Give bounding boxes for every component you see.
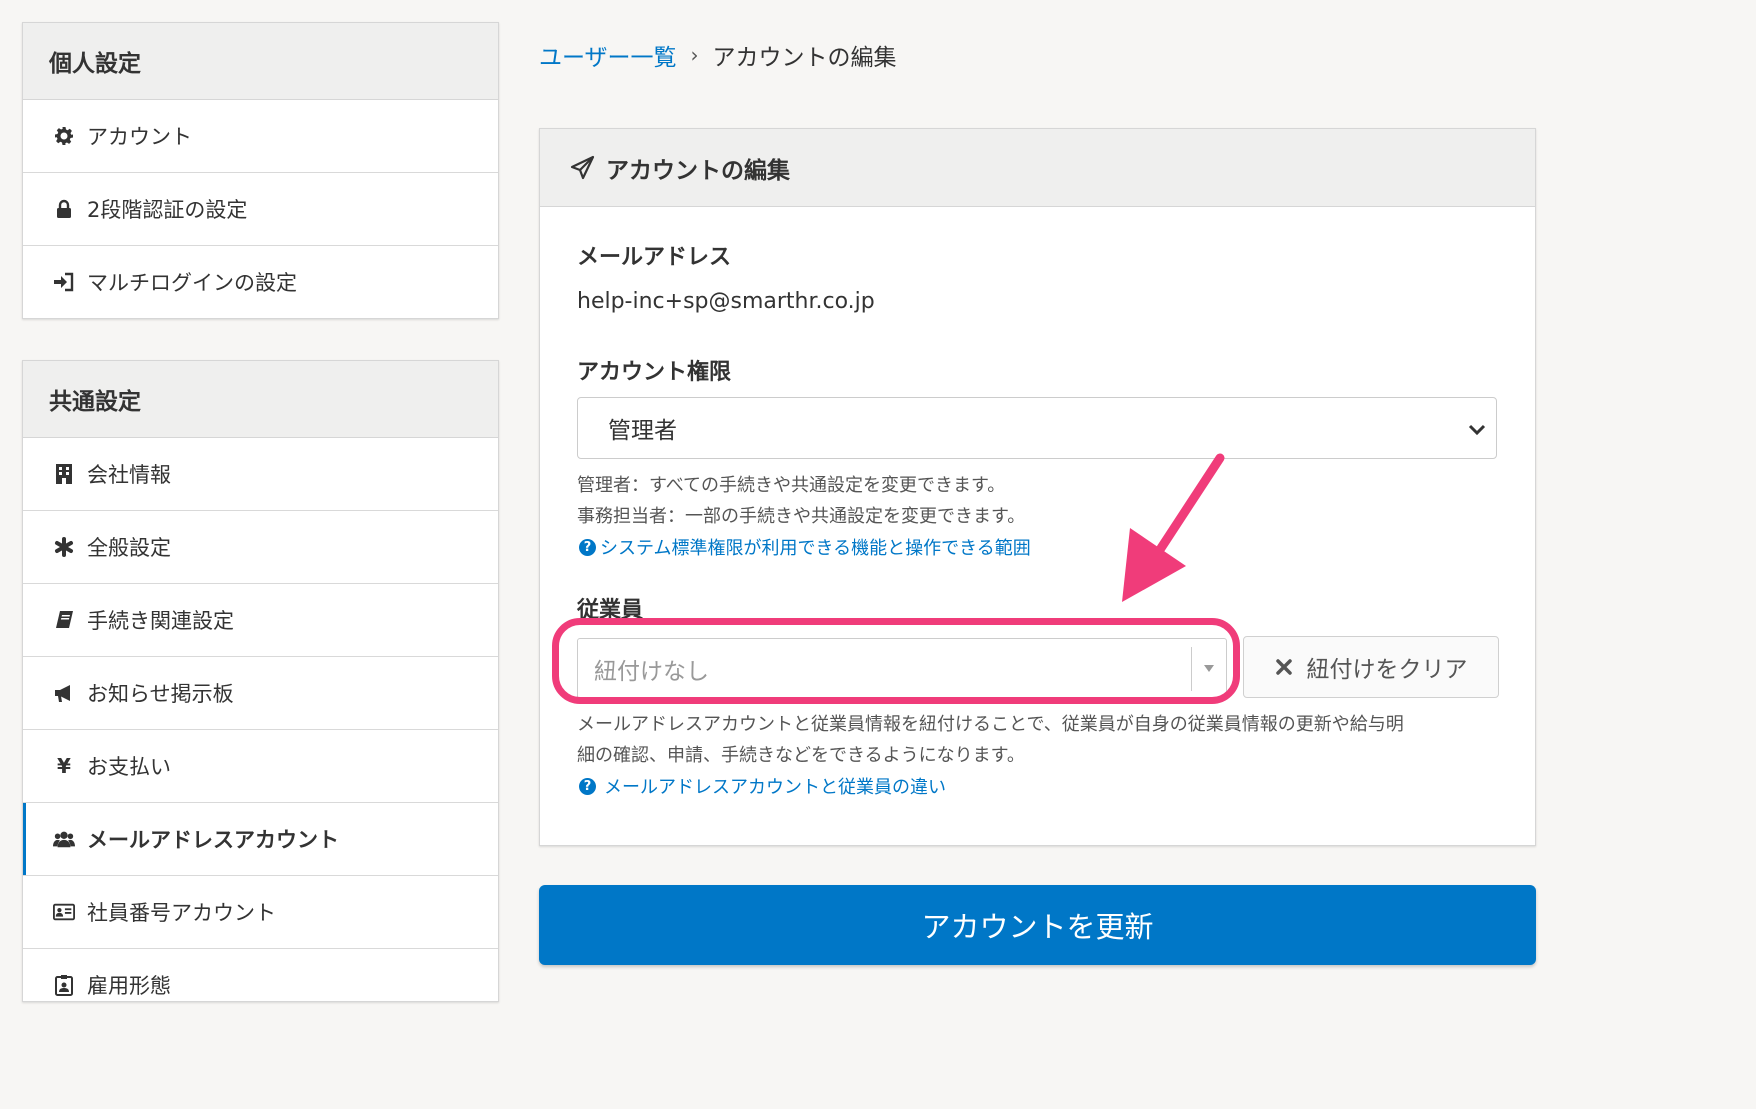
role-help-text: 管理者：すべての手続きや共通設定を変更できます。 事務担当者：一部の手続きや共通… — [577, 470, 1025, 532]
sidebar-item-two-factor[interactable]: 2段階認証の設定 — [23, 173, 498, 246]
personal-settings-panel: 個人設定 アカウント 2段階認証の設定 マルチログインの設定 — [22, 22, 499, 319]
building-icon — [53, 463, 75, 485]
sidebar-item-label: 手続き関連設定 — [87, 609, 234, 633]
email-label: メールアドレス — [577, 245, 732, 270]
role-help-link[interactable]: ? システム標準権限が利用できる機能と操作できる範囲 — [579, 534, 1031, 560]
sidebar-item-procedure-settings[interactable]: 手続き関連設定 — [23, 584, 498, 657]
card-header: アカウントの編集 — [540, 129, 1535, 207]
close-icon — [1275, 659, 1292, 675]
sidebar-item-label: 全般設定 — [87, 536, 171, 560]
sidebar-item-label: マルチログインの設定 — [87, 271, 297, 295]
account-edit-card: アカウントの編集 メールアドレス help-inc+sp@smarthr.co.… — [539, 128, 1536, 846]
employee-select[interactable]: 紐付けなし — [577, 638, 1227, 700]
sidebar-item-label: 社員番号アカウント — [87, 901, 276, 925]
chevron-right-icon: › — [690, 43, 699, 67]
breadcrumb: ユーザー一覧 › アカウントの編集 — [539, 38, 897, 72]
email-value: help-inc+sp@smarthr.co.jp — [577, 289, 875, 314]
yen-icon: ¥ — [57, 754, 71, 778]
employee-select-placeholder: 紐付けなし — [594, 659, 709, 685]
sidebar-item-company-info[interactable]: 会社情報 — [23, 438, 498, 511]
breadcrumb-current: アカウントの編集 — [712, 45, 897, 71]
role-help-link-label: システム標準権限が利用できる機能と操作できる範囲 — [600, 538, 1031, 559]
sidebar-item-employee-number-accounts[interactable]: 社員番号アカウント — [23, 876, 498, 949]
chevron-down-icon — [1468, 424, 1486, 436]
sidebar-item-payment[interactable]: ¥ お支払い — [23, 730, 498, 803]
select-divider — [1191, 647, 1192, 691]
role-select[interactable]: 管理者 — [577, 397, 1497, 459]
sidebar-item-bulletin-board[interactable]: お知らせ掲示板 — [23, 657, 498, 730]
role-selected-value: 管理者 — [608, 418, 677, 444]
common-settings-panel: 共通設定 会社情報 全般設定 手続き関連設定 お知らせ掲示板 ¥ お支払い メー… — [22, 360, 499, 1002]
sidebar-item-employment-type[interactable]: 雇用形態 — [23, 949, 498, 1001]
role-help-line: 事務担当者：一部の手続きや共通設定を変更できます。 — [577, 506, 1026, 527]
sidebar-item-account[interactable]: アカウント — [23, 100, 498, 173]
sidebar-item-label: お支払い — [87, 755, 171, 779]
breadcrumb-user-list-link[interactable]: ユーザー一覧 — [539, 38, 677, 72]
lock-icon — [53, 198, 75, 220]
sidebar-item-email-accounts[interactable]: メールアドレスアカウント — [23, 803, 498, 876]
sidebar-item-label: 会社情報 — [87, 463, 171, 487]
gear-icon — [53, 125, 75, 147]
sidebar-item-label: 2段階認証の設定 — [87, 198, 248, 222]
employee-help-line: メールアドレスアカウントと従業員情報を紐付けることで、従業員が自身の従業員情報の… — [577, 714, 1404, 735]
sidebar-item-general-settings[interactable]: 全般設定 — [23, 511, 498, 584]
role-label: アカウント権限 — [577, 360, 732, 385]
book-icon — [53, 609, 75, 631]
question-circle-icon: ? — [579, 538, 596, 556]
personal-settings-title: 個人設定 — [23, 23, 498, 100]
card-title: アカウントの編集 — [606, 157, 790, 184]
caret-down-icon — [1204, 665, 1214, 672]
employee-help-line: 細の確認、申請、手続きなどをできるようになります。 — [577, 745, 1025, 766]
employee-label: 従業員 — [577, 598, 644, 623]
sidebar-item-label: メールアドレスアカウント — [87, 828, 339, 852]
users-icon — [53, 828, 75, 850]
clear-link-button-label: 紐付けをクリア — [1306, 657, 1468, 683]
id-card-icon — [53, 901, 75, 923]
paper-plane-icon — [570, 155, 596, 181]
badge-icon — [53, 974, 75, 996]
role-help-line: 管理者：すべての手続きや共通設定を変更できます。 — [577, 475, 1006, 496]
sidebar-item-multi-login[interactable]: マルチログインの設定 — [23, 246, 498, 318]
sidebar-item-label: アカウント — [87, 125, 192, 149]
sign-in-icon — [53, 271, 75, 293]
employee-help-link[interactable]: ? メールアドレスアカウントと従業員の違い — [579, 773, 946, 799]
megaphone-icon — [53, 682, 75, 704]
sidebar-item-label: 雇用形態 — [87, 974, 171, 998]
question-circle-icon: ? — [579, 777, 596, 795]
common-settings-title: 共通設定 — [23, 361, 498, 438]
employee-help-text: メールアドレスアカウントと従業員情報を紐付けることで、従業員が自身の従業員情報の… — [577, 709, 1404, 771]
sidebar-item-label: お知らせ掲示板 — [87, 682, 234, 706]
update-account-button[interactable]: アカウントを更新 — [539, 885, 1536, 965]
clear-link-button[interactable]: 紐付けをクリア — [1243, 636, 1499, 698]
asterisk-icon — [53, 536, 75, 558]
employee-help-link-label: メールアドレスアカウントと従業員の違い — [604, 777, 946, 798]
